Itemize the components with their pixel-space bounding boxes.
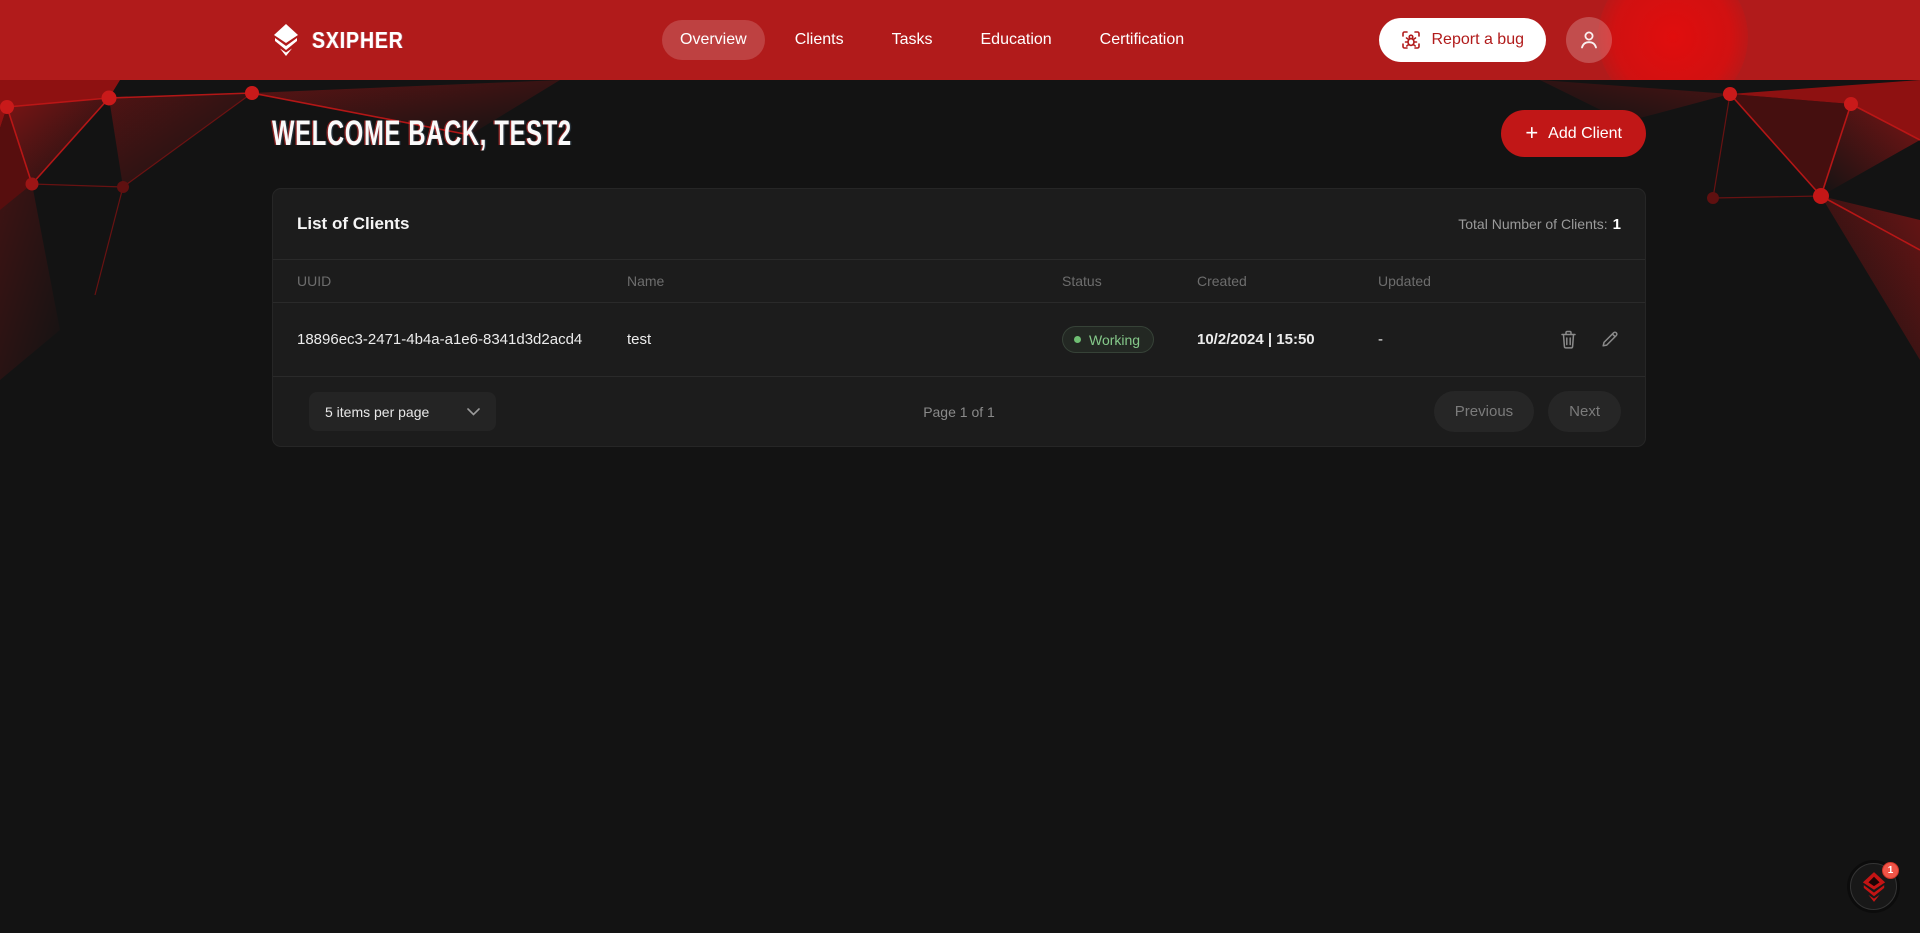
header-right: Report a bug xyxy=(1379,17,1612,63)
table-header-row: UUID Name Status Created Updated xyxy=(273,259,1645,303)
page-title: WELCOME BACK, TEST2 xyxy=(272,114,572,154)
total-clients-value: 1 xyxy=(1613,216,1621,233)
report-a-bug-label: Report a bug xyxy=(1431,31,1524,49)
items-per-page-value: 5 items per page xyxy=(325,404,429,420)
pencil-icon xyxy=(1600,329,1620,349)
column-header-status: Status xyxy=(1062,273,1197,289)
total-clients: Total Number of Clients: 1 xyxy=(1458,216,1621,233)
cell-updated: - xyxy=(1378,331,1557,348)
report-a-bug-button[interactable]: Report a bug xyxy=(1379,18,1546,62)
add-client-label: Add Client xyxy=(1548,125,1622,143)
cell-uuid: 18896ec3-2471-4b4a-a1e6-8341d3d2acd4 xyxy=(297,331,627,348)
nav-item-education[interactable]: Education xyxy=(963,20,1070,60)
notification-badge: 1 xyxy=(1882,862,1899,879)
cell-created: 10/2/2024 | 15:50 xyxy=(1197,331,1378,348)
previous-page-button[interactable]: Previous xyxy=(1434,391,1534,432)
items-per-page-select[interactable]: 5 items per page xyxy=(309,392,496,431)
brand-logo[interactable]: SXIPHER xyxy=(272,24,420,56)
trash-icon xyxy=(1559,329,1578,350)
sxipher-emblem-icon xyxy=(1861,872,1887,902)
next-page-button[interactable]: Next xyxy=(1548,391,1621,432)
column-header-uuid: UUID xyxy=(297,273,627,289)
plus-icon: + xyxy=(1525,122,1538,144)
status-badge: Working xyxy=(1062,326,1154,353)
column-header-created: Created xyxy=(1197,273,1378,289)
header-glow-decoration xyxy=(1598,0,1748,80)
column-header-updated: Updated xyxy=(1378,273,1557,289)
status-dot-icon xyxy=(1074,336,1081,343)
avatar[interactable] xyxy=(1566,17,1612,63)
page-info: Page 1 of 1 xyxy=(923,404,995,420)
add-client-button[interactable]: + Add Client xyxy=(1501,110,1646,157)
pager-buttons: Previous Next xyxy=(1434,391,1621,432)
row-actions xyxy=(1557,327,1622,352)
clients-card-header: List of Clients Total Number of Clients:… xyxy=(273,189,1645,259)
delete-client-button[interactable] xyxy=(1557,327,1580,352)
support-widget-button[interactable]: 1 xyxy=(1850,863,1897,910)
chevron-down-icon xyxy=(467,408,480,416)
brand-name: SXIPHER xyxy=(312,27,404,54)
total-clients-label: Total Number of Clients: xyxy=(1458,216,1607,232)
card-title: List of Clients xyxy=(297,214,409,234)
edit-client-button[interactable] xyxy=(1598,327,1622,352)
brand-emblem-icon xyxy=(272,24,300,56)
cell-name: test xyxy=(627,331,1062,348)
column-header-name: Name xyxy=(627,273,1062,289)
nav-item-tasks[interactable]: Tasks xyxy=(874,20,951,60)
nav-item-overview[interactable]: Overview xyxy=(662,20,765,60)
title-row: WELCOME BACK, TEST2 + Add Client xyxy=(272,110,1646,157)
user-icon xyxy=(1577,28,1601,52)
bug-scan-icon xyxy=(1401,30,1421,50)
pagination-bar: 5 items per page Page 1 of 1 Previous Ne… xyxy=(273,377,1645,446)
table-row: 18896ec3-2471-4b4a-a1e6-8341d3d2acd4 tes… xyxy=(273,303,1645,377)
main-content: WELCOME BACK, TEST2 + Add Client List of… xyxy=(0,110,1920,447)
main-nav: Overview Clients Tasks Education Certifi… xyxy=(662,20,1202,60)
nav-item-certification[interactable]: Certification xyxy=(1082,20,1202,60)
nav-item-clients[interactable]: Clients xyxy=(777,20,862,60)
status-label: Working xyxy=(1089,332,1140,348)
clients-card: List of Clients Total Number of Clients:… xyxy=(272,188,1646,447)
header: SXIPHER Overview Clients Tasks Education… xyxy=(0,0,1920,80)
